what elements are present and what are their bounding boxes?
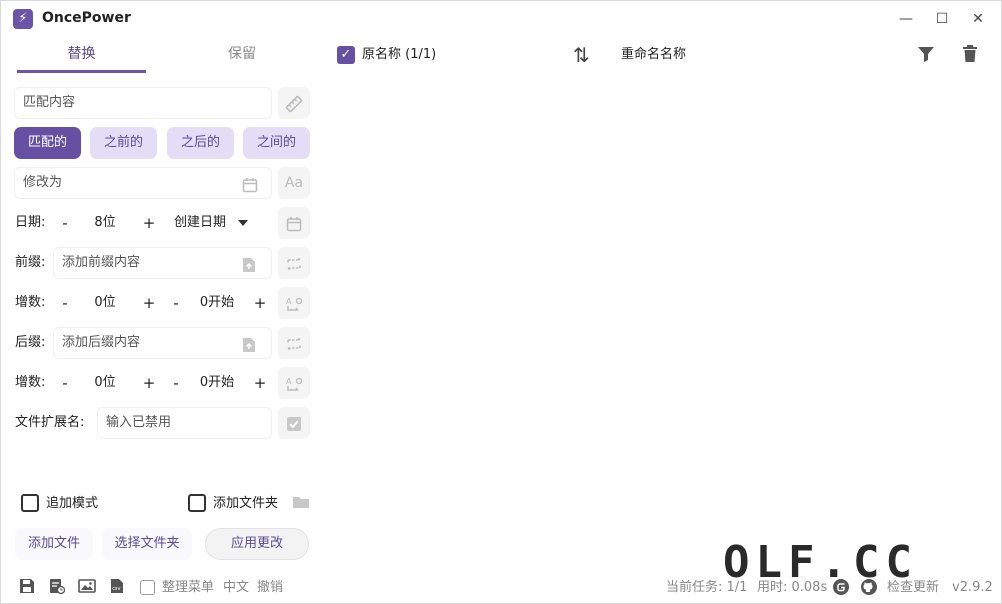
prefix-increment-label: 增数: — [15, 295, 46, 310]
svg-text:A: A — [286, 377, 292, 386]
modify-to-placeholder: 修改为 — [23, 175, 63, 190]
add-files-button[interactable]: 添加文件 — [15, 528, 93, 560]
extension-placeholder: 输入已禁用 — [106, 415, 172, 430]
app-title: OncePower — [42, 10, 131, 26]
calendar-icon[interactable] — [242, 174, 258, 204]
current-task-status: 当前任务: 1/1 — [666, 580, 748, 595]
date-type-select[interactable]: 创建日期 — [174, 207, 249, 239]
app-window: ⚡ OncePower — ☐ ✕ 替换 保留 匹配内容 匹配的 之前的 之后的… — [0, 0, 1002, 604]
apply-changes-button[interactable]: 应用更改 — [205, 528, 309, 560]
suffix-digits-plus-button[interactable]: + — [141, 367, 157, 399]
case-toggle-icon[interactable]: Aa — [278, 167, 310, 199]
prefix-increment-order-icon[interactable]: A — [278, 287, 310, 319]
tab-keep[interactable]: 保留 — [177, 39, 307, 73]
prefix-start-minus-button[interactable]: - — [168, 287, 184, 319]
check-update-button[interactable]: 检查更新 — [887, 579, 939, 597]
organize-menu-label: 整理菜单 — [162, 580, 215, 595]
original-name-header: 原名称 (1/1) — [362, 47, 437, 62]
app-logo-icon: ⚡ — [13, 9, 33, 29]
suffix-digits-value[interactable]: 0位 — [73, 367, 137, 399]
svg-text:csv: csv — [112, 586, 120, 592]
close-button[interactable]: ✕ — [963, 7, 993, 31]
suffix-placeholder: 添加后缀内容 — [62, 335, 141, 350]
prefix-placeholder: 添加前缀内容 — [62, 255, 141, 270]
suffix-start-plus-button[interactable]: + — [252, 367, 268, 399]
select-all-checkbox[interactable]: ✓ — [337, 46, 355, 64]
svg-text:A: A — [286, 297, 292, 306]
prefix-label: 前缀: — [15, 255, 46, 270]
add-folder-checkbox[interactable] — [188, 494, 206, 512]
suffix-increment-order-icon[interactable]: A — [278, 367, 310, 399]
mode-after-button[interactable]: 之后的 — [167, 127, 234, 159]
prefix-start-plus-button[interactable]: + — [252, 287, 268, 319]
elapsed-time-status: 用时: 0.08s — [757, 580, 828, 595]
organize-menu-checkbox[interactable] — [140, 580, 155, 595]
date-digits-plus-button[interactable]: + — [141, 207, 157, 239]
append-mode-label: 追加模式 — [46, 496, 99, 511]
insert-date-icon[interactable] — [278, 207, 310, 239]
sort-icon[interactable]: ⇅ — [573, 43, 590, 67]
filter-icon[interactable] — [915, 43, 937, 65]
gitee-icon[interactable] — [831, 578, 851, 598]
prefix-digits-plus-button[interactable]: + — [141, 287, 157, 319]
prefix-digits-minus-button[interactable]: - — [57, 287, 73, 319]
date-label: 日期: — [15, 215, 46, 230]
undo-button[interactable]: 撤销 — [257, 579, 283, 597]
add-folder-label: 添加文件夹 — [213, 496, 279, 511]
date-digits-minus-button[interactable]: - — [57, 207, 73, 239]
status-bar: csv 整理菜单 中文 撤销 当前任务: 1/1 用时: 0.08s 检查更新 … — [1, 573, 1001, 603]
suffix-start-minus-button[interactable]: - — [168, 367, 184, 399]
github-icon[interactable] — [859, 578, 879, 598]
suffix-swap-icon[interactable] — [278, 327, 310, 359]
prefix-swap-icon[interactable] — [278, 247, 310, 279]
chevron-down-icon — [238, 219, 249, 226]
file-upload-icon[interactable] — [242, 254, 256, 284]
date-type-value: 创建日期 — [174, 215, 227, 230]
extension-label: 文件扩展名: — [15, 415, 85, 430]
match-content-placeholder: 匹配内容 — [23, 95, 76, 110]
file-upload-icon[interactable] — [242, 334, 256, 364]
mode-between-button[interactable]: 之间的 — [243, 127, 310, 159]
history-icon[interactable] — [47, 578, 67, 598]
prefix-start-value[interactable]: 0开始 — [185, 287, 249, 319]
suffix-increment-label: 增数: — [15, 375, 46, 390]
match-content-input[interactable]: 匹配内容 — [14, 87, 272, 119]
mode-matched-button[interactable]: 匹配的 — [14, 127, 81, 159]
version-label: v2.9.2 — [952, 580, 993, 595]
ruler-icon[interactable] — [278, 87, 310, 119]
minimize-button[interactable]: — — [891, 7, 921, 31]
suffix-label: 后缀: — [15, 335, 46, 350]
suffix-start-value[interactable]: 0开始 — [185, 367, 249, 399]
folder-icon — [292, 494, 310, 514]
prefix-digits-value[interactable]: 0位 — [73, 287, 137, 319]
select-folder-button[interactable]: 选择文件夹 — [102, 528, 192, 560]
extension-enable-checkbox-icon[interactable] — [278, 407, 310, 439]
modify-to-input[interactable]: 修改为 — [14, 167, 272, 199]
append-mode-checkbox[interactable] — [21, 494, 39, 512]
tab-replace[interactable]: 替换 — [17, 39, 146, 73]
mode-before-button[interactable]: 之前的 — [90, 127, 157, 159]
prefix-input[interactable]: 添加前缀内容 — [53, 247, 272, 279]
extension-input[interactable]: 输入已禁用 — [97, 407, 272, 439]
title-bar: ⚡ OncePower — ☐ ✕ — [1, 1, 1001, 37]
language-toggle[interactable]: 中文 — [223, 579, 249, 597]
trash-icon[interactable] — [959, 43, 981, 65]
suffix-input[interactable]: 添加后缀内容 — [53, 327, 272, 359]
csv-export-icon[interactable]: csv — [107, 578, 127, 598]
maximize-button[interactable]: ☐ — [927, 7, 957, 31]
image-icon[interactable] — [77, 578, 97, 598]
new-name-header: 重命名名称 — [621, 47, 687, 62]
date-digits-value[interactable]: 8位 — [73, 207, 137, 239]
suffix-digits-minus-button[interactable]: - — [57, 367, 73, 399]
mode-tabs: 替换 保留 — [17, 39, 307, 75]
save-icon[interactable] — [17, 578, 37, 598]
